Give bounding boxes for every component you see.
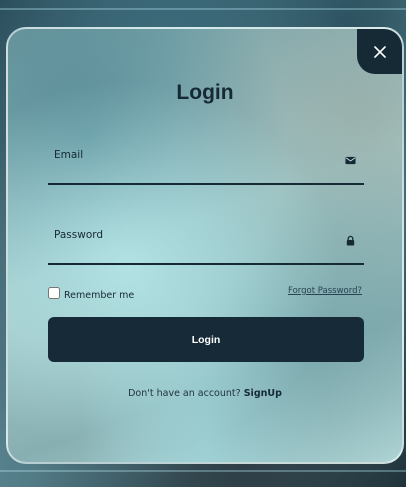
- login-modal: Login Email Password Remember me Forgot …: [6, 27, 404, 464]
- password-input[interactable]: [48, 243, 342, 265]
- forgot-password-link[interactable]: Forgot Password?: [288, 286, 362, 296]
- email-input[interactable]: [48, 163, 342, 185]
- password-label: Password: [54, 229, 104, 241]
- page-title: Login: [176, 81, 234, 104]
- email-field[interactable]: Email: [48, 149, 364, 185]
- signup-prompt: Don't have an account? SignUp: [8, 388, 402, 399]
- signup-prompt-text: Don't have an account?: [128, 388, 241, 399]
- login-button[interactable]: Login: [48, 317, 364, 362]
- lock-icon: [346, 235, 355, 246]
- close-icon: [373, 45, 386, 58]
- remember-label: Remember me: [64, 290, 135, 301]
- password-field[interactable]: Password: [48, 229, 364, 265]
- signup-link[interactable]: SignUp: [244, 388, 282, 399]
- remember-checkbox[interactable]: [48, 287, 60, 299]
- email-label: Email: [54, 149, 84, 161]
- envelope-icon: [345, 156, 356, 165]
- close-button[interactable]: [357, 29, 402, 74]
- remember-me[interactable]: Remember me: [48, 285, 134, 301]
